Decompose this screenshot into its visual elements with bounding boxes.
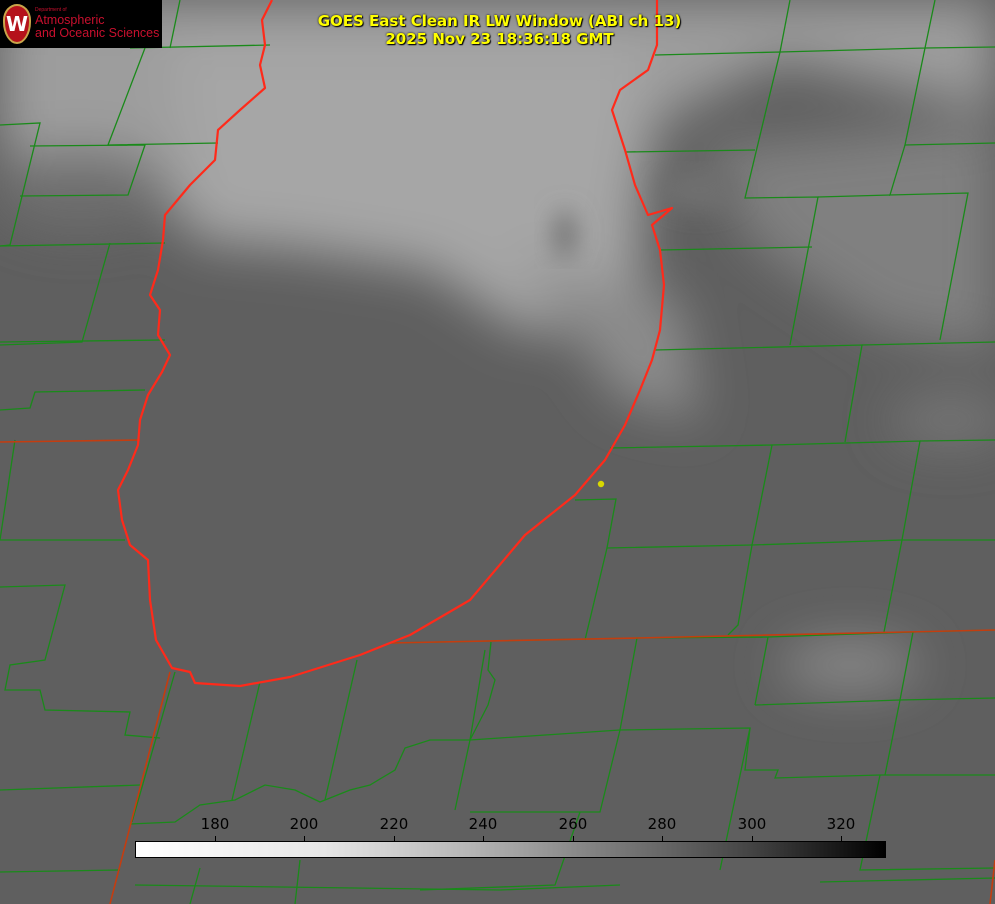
colorbar-tick-label: 240: [468, 815, 498, 833]
colorbar-tick-label: 320: [826, 815, 856, 833]
title-timestamp: 2025 Nov 23 18:36:18 GMT: [385, 30, 614, 48]
title-product: GOES East Clean IR LW Window (ABI ch 13): [317, 12, 682, 30]
colorbar-tick-label: 220: [379, 815, 409, 833]
satellite-viewer: W Department of Atmospheric and Oceanic …: [0, 0, 995, 904]
colorbar-tick-label: 180: [200, 815, 230, 833]
colorbar-labels: 180 200 220 240 260 280 300 320: [0, 815, 995, 835]
satellite-image: [0, 0, 995, 904]
colorbar-tick-label: 280: [647, 815, 677, 833]
location-marker: [597, 480, 605, 488]
colorbar: [135, 841, 886, 858]
image-title: GOES East Clean IR LW Window (ABI ch 13)…: [0, 12, 995, 48]
colorbar-tick-label: 300: [737, 815, 767, 833]
colorbar-tick-label: 200: [289, 815, 319, 833]
colorbar-tick-label: 260: [558, 815, 588, 833]
